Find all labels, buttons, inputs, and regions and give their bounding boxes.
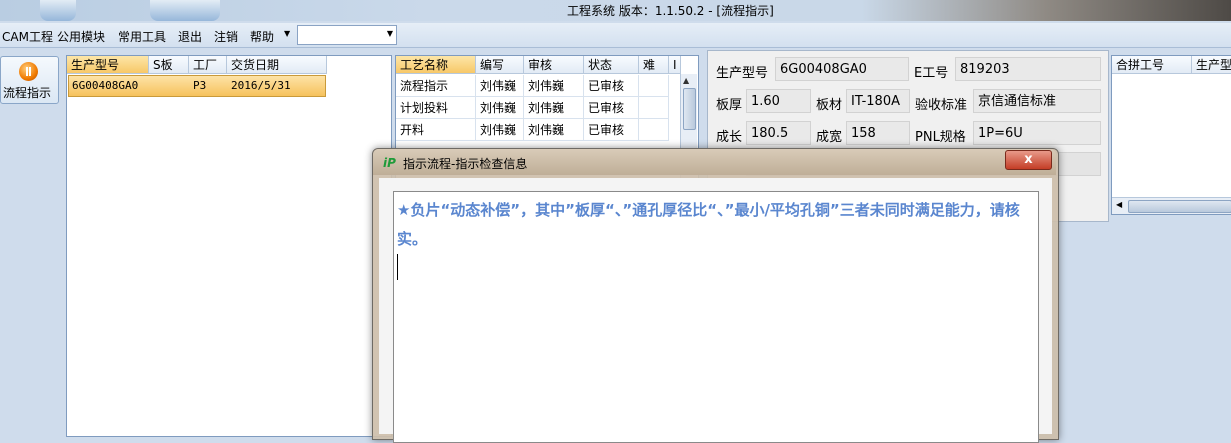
title-bar: 工程系统 版本：1.1.50.2 - [流程指示]	[0, 0, 1231, 21]
col-header-delivery-date[interactable]: 交货日期	[227, 56, 327, 74]
cell-reviewer: 刘伟巍	[524, 97, 584, 119]
cell-process-name[interactable]: 流程指示	[396, 75, 476, 97]
field-model: 6G00408GA0	[775, 57, 909, 81]
process-instruction-button[interactable]: 流程指示	[0, 56, 59, 104]
col-header-merge-eno[interactable]: 合拼工号	[1112, 56, 1192, 74]
col-header-status[interactable]: 状态	[584, 56, 639, 74]
label-thickness: 板厚	[716, 98, 743, 113]
menu-help[interactable]: 帮助	[250, 28, 274, 45]
cell-status: 已审核	[584, 119, 639, 141]
field-standard: 京信通信标准	[973, 89, 1101, 113]
label-width: 成宽	[816, 130, 843, 145]
horizontal-scrollbar[interactable]: ◀	[1112, 197, 1231, 214]
dialog-title-bar[interactable]: iP 指示流程-指示检查信息	[373, 149, 1056, 175]
menu-cam[interactable]: CAM工程	[2, 28, 53, 45]
cell-reviewer: 刘伟巍	[524, 75, 584, 97]
col-header-extra[interactable]: I	[669, 56, 681, 74]
message-text: ★负片“动态补偿”，其中”板厚“、”通孔厚径比“、”最小/平均孔铜”三者未同时满…	[397, 201, 1020, 248]
menu-logout[interactable]: 注销	[214, 28, 238, 45]
chevron-down-icon[interactable]: ▼	[387, 29, 393, 38]
col-header-difficulty[interactable]: 难	[639, 56, 669, 74]
col-header-reviewer[interactable]: 审核	[524, 56, 584, 74]
cell-delivery-date: 2016/5/31	[231, 79, 291, 92]
menu-common-module[interactable]: 公用模块	[57, 28, 105, 45]
field-length: 180.5	[746, 121, 811, 145]
scroll-up-icon[interactable]: ▲	[683, 76, 689, 85]
scroll-left-icon[interactable]: ◀	[1116, 200, 1122, 209]
menu-bar: CAM工程 公用模块 常用工具 退出 注销 帮助 ▼ ▼	[0, 23, 1231, 48]
merge-list: 合拼工号 生产型 ◀	[1111, 55, 1231, 215]
cell-author: 刘伟巍	[476, 119, 524, 141]
taskbar-decoration	[40, 0, 76, 21]
label-standard: 验收标准	[915, 98, 968, 113]
cell-status: 已审核	[584, 97, 639, 119]
label-pnl: PNL规格	[915, 130, 966, 145]
cell-difficulty	[639, 75, 669, 97]
col-header-process-name[interactable]: 工艺名称	[396, 56, 476, 74]
text-caret	[397, 254, 398, 280]
cell-difficulty	[639, 97, 669, 119]
label-model: 生产型号	[716, 66, 769, 81]
cell-status: 已审核	[584, 75, 639, 97]
scrollbar-thumb[interactable]	[683, 88, 696, 130]
scrollbar-thumb[interactable]	[1128, 200, 1231, 213]
col-header-author[interactable]: 编写	[476, 56, 524, 74]
orders-table: 生产型号 S板 工厂 交货日期 6G00408GA0 P3 2016/5/31	[66, 55, 392, 437]
close-button[interactable]: x	[1005, 150, 1052, 170]
cell-author: 刘伟巍	[476, 97, 524, 119]
message-textbox[interactable]: ★负片“动态补偿”，其中”板厚“、”通孔厚径比“、”最小/平均孔铜”三者未同时满…	[393, 191, 1039, 443]
check-info-dialog: iP 指示流程-指示检查信息 x ★负片“动态补偿”，其中”板厚“、”通孔厚径比…	[372, 148, 1059, 443]
power-icon	[19, 62, 38, 81]
field-eno: 819203	[955, 57, 1101, 81]
dropdown-arrow-icon[interactable]: ▼	[284, 29, 290, 38]
cell-difficulty	[639, 119, 669, 141]
col-header-s-board[interactable]: S板	[149, 56, 189, 74]
field-thickness: 1.60	[746, 89, 811, 113]
taskbar-decoration	[150, 0, 220, 21]
toolbar-combo[interactable]: ▼	[297, 25, 397, 45]
label-length: 成长	[716, 130, 743, 145]
cell-s-board	[149, 75, 189, 97]
cell-model: 6G00408GA0	[72, 79, 139, 92]
dialog-title: 指示流程-指示检查信息	[403, 157, 528, 171]
field-pnl: 1P=6U	[973, 121, 1101, 145]
window-title: 工程系统 版本：1.1.50.2 - [流程指示]	[567, 4, 774, 18]
field-material: IT-180A	[846, 89, 910, 113]
col-header-model[interactable]: 生产型号	[67, 56, 149, 74]
label-eno: E工号	[914, 66, 949, 81]
menu-exit[interactable]: 退出	[178, 28, 202, 45]
col-header-factory[interactable]: 工厂	[189, 56, 227, 74]
col-header-merge-model[interactable]: 生产型	[1192, 56, 1231, 74]
app-logo-icon: iP	[383, 156, 396, 170]
field-width: 158	[846, 121, 910, 145]
dialog-body: ★负片“动态补偿”，其中”板厚“、”通孔厚径比“、”最小/平均孔铜”三者未同时满…	[379, 178, 1052, 443]
label-material: 板材	[816, 98, 843, 113]
process-instruction-label: 流程指示	[3, 86, 52, 100]
cell-reviewer: 刘伟巍	[524, 119, 584, 141]
cell-factory: P3	[193, 79, 207, 92]
cell-process-name[interactable]: 计划投料	[396, 97, 476, 119]
cell-process-name[interactable]: 开料	[396, 119, 476, 141]
menu-tools[interactable]: 常用工具	[118, 28, 166, 45]
cell-author: 刘伟巍	[476, 75, 524, 97]
